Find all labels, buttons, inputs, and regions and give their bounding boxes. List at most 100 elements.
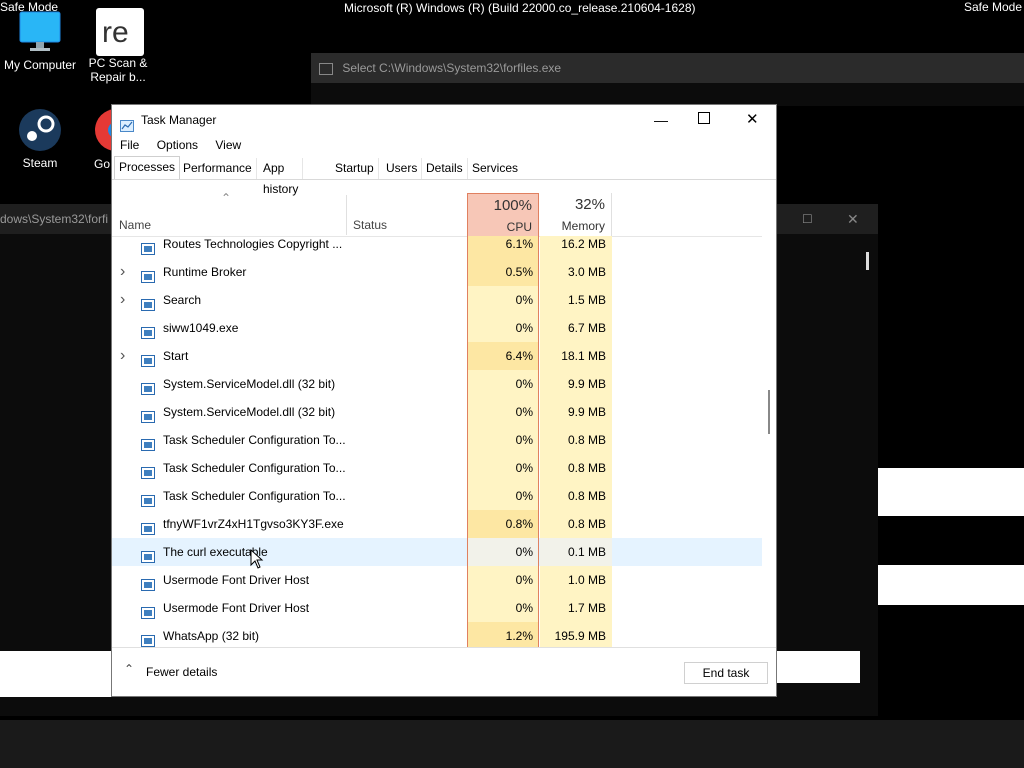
process-cpu: 0% xyxy=(467,426,539,454)
process-cpu: 0.8% xyxy=(467,510,539,538)
process-memory: 195.9 MB xyxy=(540,622,612,647)
process-name: System.ServiceModel.dll (32 bit) xyxy=(163,405,336,419)
process-row[interactable]: Task Scheduler Configuration To... 0% 0.8 … xyxy=(112,454,762,482)
process-icon xyxy=(141,573,155,591)
process-icon xyxy=(141,293,155,311)
desktop-icon-steam[interactable]: Steam xyxy=(0,108,80,170)
scrollbar-thumb[interactable] xyxy=(768,390,770,434)
process-row[interactable]: › Search 0% 1.5 MB xyxy=(112,286,762,314)
vertical-scrollbar[interactable] xyxy=(762,236,776,647)
desktop-icon-my-computer[interactable]: My Computer xyxy=(0,10,80,72)
console-titlebar[interactable]: Select C:\Windows\System32\forfiles.exe xyxy=(311,53,1024,83)
footer-bar: ⌃ Fewer details End task xyxy=(112,647,776,697)
memory-total: 32% xyxy=(574,196,605,213)
process-memory: 1.5 MB xyxy=(540,286,612,314)
process-memory: 0.1 MB xyxy=(540,538,612,566)
process-row[interactable]: Task Scheduler Configuration To... 0% 0.8 … xyxy=(112,426,762,454)
monitor-icon xyxy=(18,10,62,54)
expand-chevron-icon[interactable]: › xyxy=(120,258,125,286)
process-icon xyxy=(141,517,155,535)
menu-options[interactable]: Options xyxy=(157,138,198,152)
close-icon[interactable]: ✕ xyxy=(847,204,859,234)
column-cpu[interactable]: 100% CPU xyxy=(467,193,539,237)
desktop-icon-label: PC Scan & Repair b... xyxy=(88,56,148,84)
process-memory: 16.2 MB xyxy=(540,236,612,258)
process-row[interactable]: Usermode Font Driver Host 0% 1.7 MB xyxy=(112,594,762,622)
white-artifact-bar xyxy=(878,468,1024,516)
process-name: Usermode Font Driver Host xyxy=(163,573,310,587)
menu-bar: File Options View xyxy=(112,135,247,155)
process-row[interactable]: siww1049.exe 0% 6.7 MB xyxy=(112,314,762,342)
desktop-icon-pc-scan[interactable]: re PC Scan & Repair b... xyxy=(78,8,158,84)
tab-startup[interactable]: Startup xyxy=(331,158,379,179)
column-memory[interactable]: 32% Memory xyxy=(540,193,612,237)
re-logo-icon: re xyxy=(96,8,144,56)
process-row[interactable]: tfnyWF1vrZ4xH1Tgvso3KY3F.exe 0.8% 0.8 MB xyxy=(112,510,762,538)
tab-details[interactable]: Details xyxy=(422,158,468,179)
menu-file[interactable]: File xyxy=(120,138,139,152)
process-memory: 0.8 MB xyxy=(540,510,612,538)
fewer-details-link[interactable]: Fewer details xyxy=(146,665,217,679)
process-row[interactable]: The curl executable 0% 0.1 MB xyxy=(112,538,762,566)
cpu-label: CPU xyxy=(506,220,532,234)
process-icon xyxy=(141,433,155,451)
task-manager-window[interactable]: Task Manager — ✕ File Options View Proce… xyxy=(112,105,776,696)
console-icon xyxy=(319,62,333,75)
tab-processes[interactable]: Processes xyxy=(114,156,181,180)
process-memory: 18.1 MB xyxy=(540,342,612,370)
maximize-icon[interactable]: ☐ xyxy=(802,204,813,234)
process-name: System.ServiceModel.dll (32 bit) xyxy=(163,377,336,391)
close-icon[interactable]: ✕ xyxy=(746,105,759,135)
process-row[interactable]: System.ServiceModel.dll (32 bit) 0% 9.9 MB xyxy=(112,398,762,426)
process-name: Task Scheduler Configuration To... xyxy=(163,433,346,447)
menu-view[interactable]: View xyxy=(215,138,241,152)
tab-performance[interactable]: Performance xyxy=(179,158,257,179)
process-icon xyxy=(141,405,155,423)
expand-chevron-icon[interactable]: › xyxy=(120,342,125,370)
process-cpu: 0% xyxy=(467,482,539,510)
tab-services[interactable]: Services xyxy=(468,158,522,179)
chrome-icon xyxy=(95,109,114,151)
process-cpu: 0% xyxy=(467,594,539,622)
process-row[interactable]: WhatsApp (32 bit) 1.2% 195.9 MB xyxy=(112,622,762,647)
process-memory: 9.9 MB xyxy=(540,370,612,398)
process-row[interactable]: › Runtime Broker 0.5% 3.0 MB xyxy=(112,258,762,286)
process-name: WhatsApp (32 bit) xyxy=(163,629,260,643)
end-task-button[interactable]: End task xyxy=(684,662,768,684)
expand-chevron-icon[interactable]: › xyxy=(120,286,125,314)
process-row[interactable]: Routes Technologies Copyright ... 6.1% 16.… xyxy=(112,236,762,258)
process-cpu: 0% xyxy=(467,566,539,594)
process-row[interactable]: System.ServiceModel.dll (32 bit) 0% 9.9 MB xyxy=(112,370,762,398)
maximize-icon[interactable] xyxy=(698,112,710,124)
process-memory: 0.8 MB xyxy=(540,482,612,510)
memory-label: Memory xyxy=(561,219,605,233)
task-manager-titlebar[interactable]: Task Manager — ✕ xyxy=(112,105,776,135)
process-icon xyxy=(141,265,155,283)
process-memory: 0.8 MB xyxy=(540,454,612,482)
process-name: Task Scheduler Configuration To... xyxy=(163,489,346,503)
console-scroll-thumb[interactable] xyxy=(866,252,869,270)
safe-mode-label-right: Safe Mode xyxy=(963,0,1022,14)
process-row[interactable]: Usermode Font Driver Host 0% 1.0 MB xyxy=(112,566,762,594)
svg-text:re: re xyxy=(102,16,129,49)
tab-app-history[interactable]: App history xyxy=(259,158,304,196)
process-row[interactable]: › Start 6.4% 18.1 MB xyxy=(112,342,762,370)
process-icon xyxy=(141,629,155,647)
process-name: Routes Technologies Copyright ... xyxy=(163,237,343,251)
chevron-up-icon[interactable]: ⌃ xyxy=(124,662,134,676)
tab-users[interactable]: Users xyxy=(382,158,423,179)
process-memory: 0.8 MB xyxy=(540,426,612,454)
process-name: Start xyxy=(163,349,189,363)
process-list: Routes Technologies Copyright ... 6.1% 16.… xyxy=(112,236,762,647)
process-cpu: 0% xyxy=(467,314,539,342)
process-cpu: 1.2% xyxy=(467,622,539,647)
process-memory: 6.7 MB xyxy=(540,314,612,342)
process-cpu: 0% xyxy=(467,538,539,566)
process-icon xyxy=(141,601,155,619)
desktop-icon-chrome[interactable]: Go Chi xyxy=(94,108,114,188)
minimize-icon[interactable]: — xyxy=(654,105,668,135)
console-window-forfiles[interactable]: Select C:\Windows\System32\forfiles.exe xyxy=(311,53,1024,106)
process-cpu: 0% xyxy=(467,398,539,426)
process-row[interactable]: Task Scheduler Configuration To... 0% 0.8 … xyxy=(112,482,762,510)
process-cpu: 0% xyxy=(467,454,539,482)
